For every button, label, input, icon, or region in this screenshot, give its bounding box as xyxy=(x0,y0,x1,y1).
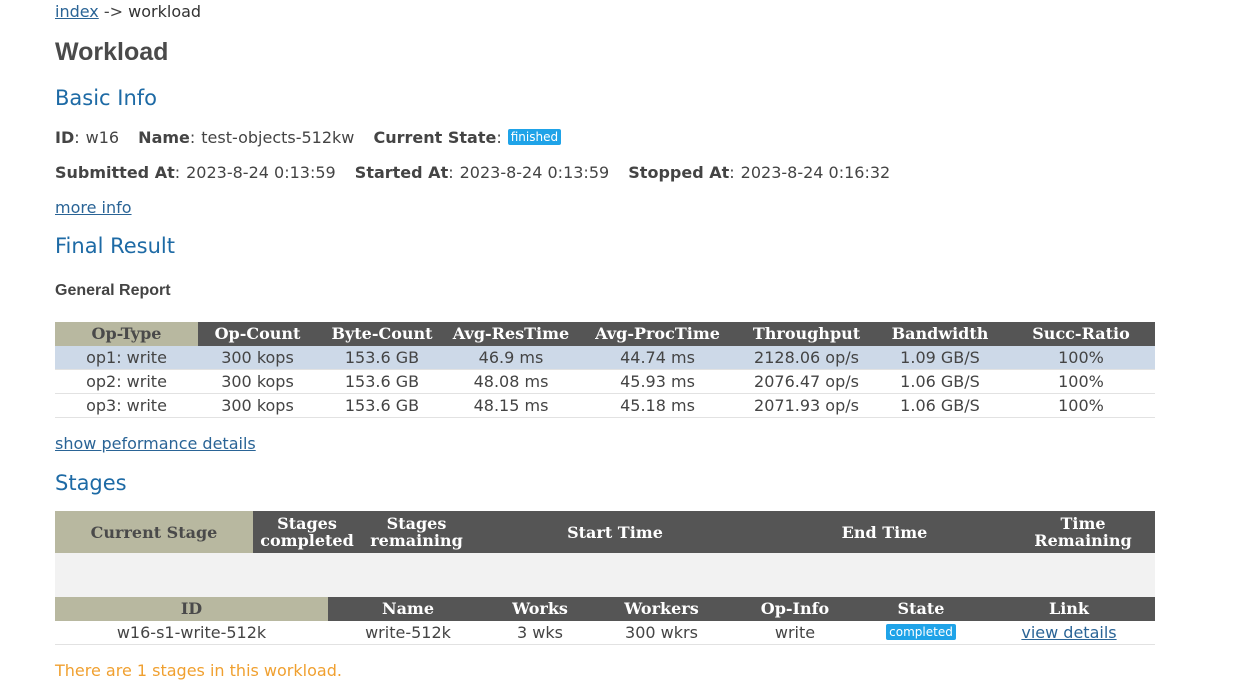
workload-page: index -> workload Workload Basic Info ID… xyxy=(0,0,1259,682)
cell-avg-restime: 48.08 ms xyxy=(447,369,575,394)
col-end-time[interactable]: End Time xyxy=(758,511,1011,553)
col-id[interactable]: ID xyxy=(55,597,328,621)
cell-byte-count: 153.6 GB xyxy=(317,369,447,394)
col-stages-remaining[interactable]: Stages remaining xyxy=(361,511,472,553)
name-label: Name xyxy=(138,128,190,147)
breadcrumb-index-link[interactable]: index xyxy=(55,2,99,21)
stages-summary-empty-row xyxy=(55,553,1155,597)
more-info-link[interactable]: more info xyxy=(55,198,132,218)
col-avg-restime[interactable]: Avg-ResTime xyxy=(447,322,575,346)
basic-info-line-2: Submitted At: 2023-8-24 0:13:59 Started A… xyxy=(55,163,891,182)
col-time-remaining[interactable]: Time Remaining xyxy=(1011,511,1155,553)
submitted-label: Submitted At xyxy=(55,163,175,182)
cell-state: completed xyxy=(859,621,983,645)
stage-list-header-row: ID Name Works Workers Op-Info State Link xyxy=(55,597,1155,621)
cell-op-count: 300 kops xyxy=(198,346,317,370)
stage-list-table: ID Name Works Workers Op-Info State Link… xyxy=(55,597,1155,645)
final-result-table: Op-Type Op-Count Byte-Count Avg-ResTime … xyxy=(55,322,1155,418)
state-label: Current State xyxy=(373,128,497,147)
cell-op-type: op3: write xyxy=(55,393,198,418)
col-stages-completed-line2: completed xyxy=(260,531,354,550)
col-byte-count[interactable]: Byte-Count xyxy=(317,322,447,346)
id-value: w16 xyxy=(85,128,120,147)
empty-cell xyxy=(55,553,1155,597)
started-label: Started At xyxy=(354,163,449,182)
col-op-count[interactable]: Op-Count xyxy=(198,322,317,346)
cell-workers: 300 wkrs xyxy=(592,621,731,645)
col-op-type[interactable]: Op-Type xyxy=(55,322,198,346)
cell-avg-restime: 48.15 ms xyxy=(447,393,575,418)
name-value: test-objects-512kw xyxy=(201,128,355,147)
col-start-time[interactable]: Start Time xyxy=(472,511,758,553)
stages-summary-header-row: Current Stage Stages completed Stages re… xyxy=(55,511,1155,553)
basic-info-heading: Basic Info xyxy=(55,86,158,110)
breadcrumb: index -> workload xyxy=(55,2,201,22)
table-row: op1: write 300 kops 153.6 GB 46.9 ms 44.… xyxy=(55,346,1155,370)
submitted-value: 2023-8-24 0:13:59 xyxy=(186,163,336,182)
cell-bandwidth: 1.09 GB/S xyxy=(873,346,1007,370)
cell-op-type: op2: write xyxy=(55,369,198,394)
cell-stage-id: w16-s1-write-512k xyxy=(55,621,328,645)
cell-byte-count: 153.6 GB xyxy=(317,393,447,418)
view-details-link[interactable]: view details xyxy=(1021,623,1116,642)
table-row: op2: write 300 kops 153.6 GB 48.08 ms 45… xyxy=(55,369,1155,394)
stopped-label: Stopped At xyxy=(628,163,730,182)
state-badge: finished xyxy=(507,129,562,145)
page-title: Workload xyxy=(55,38,169,66)
col-workers[interactable]: Workers xyxy=(592,597,731,621)
col-stages-completed[interactable]: Stages completed xyxy=(253,511,361,553)
cell-succ-ratio: 100% xyxy=(1007,346,1155,370)
cell-op-info: write xyxy=(731,621,859,645)
cell-avg-proctime: 44.74 ms xyxy=(575,346,740,370)
col-stages-remaining-line2: remaining xyxy=(370,531,463,550)
cell-avg-restime: 46.9 ms xyxy=(447,346,575,370)
general-report-title: General Report xyxy=(55,282,171,299)
cell-succ-ratio: 100% xyxy=(1007,369,1155,394)
col-name[interactable]: Name xyxy=(328,597,488,621)
final-result-heading: Final Result xyxy=(55,234,175,258)
col-op-info[interactable]: Op-Info xyxy=(731,597,859,621)
cell-throughput: 2071.93 op/s xyxy=(740,393,873,418)
cell-byte-count: 153.6 GB xyxy=(317,346,447,370)
col-link[interactable]: Link xyxy=(983,597,1155,621)
cell-succ-ratio: 100% xyxy=(1007,393,1155,418)
col-throughput[interactable]: Throughput xyxy=(740,322,873,346)
breadcrumb-separator: -> xyxy=(103,2,124,21)
cell-bandwidth: 1.06 GB/S xyxy=(873,369,1007,394)
cell-op-type: op1: write xyxy=(55,346,198,370)
table-row: op3: write 300 kops 153.6 GB 48.15 ms 45… xyxy=(55,393,1155,418)
col-current-stage[interactable]: Current Stage xyxy=(55,511,253,553)
col-avg-proctime[interactable]: Avg-ProcTime xyxy=(575,322,740,346)
stopped-value: 2023-8-24 0:16:32 xyxy=(740,163,891,182)
stages-summary-table: Current Stage Stages completed Stages re… xyxy=(55,511,1155,597)
cell-avg-proctime: 45.18 ms xyxy=(575,393,740,418)
col-succ-ratio[interactable]: Succ-Ratio xyxy=(1007,322,1155,346)
cell-link: view details xyxy=(983,621,1155,645)
stages-count-note: There are 1 stages in this workload. xyxy=(55,661,342,680)
cell-bandwidth: 1.06 GB/S xyxy=(873,393,1007,418)
result-header-row: Op-Type Op-Count Byte-Count Avg-ResTime … xyxy=(55,322,1155,346)
stage-state-badge: completed xyxy=(886,624,956,640)
id-label: ID xyxy=(55,128,75,147)
started-value: 2023-8-24 0:13:59 xyxy=(459,163,610,182)
cell-op-count: 300 kops xyxy=(198,393,317,418)
col-time-remaining-line2: Remaining xyxy=(1034,531,1132,550)
cell-stage-name: write-512k xyxy=(328,621,488,645)
stages-heading: Stages xyxy=(55,471,127,495)
cell-throughput: 2128.06 op/s xyxy=(740,346,873,370)
cell-avg-proctime: 45.93 ms xyxy=(575,369,740,394)
basic-info-line-1: ID: w16 Name: test-objects-512kw Current S… xyxy=(55,128,575,148)
breadcrumb-current: workload xyxy=(128,2,202,21)
cell-op-count: 300 kops xyxy=(198,369,317,394)
col-bandwidth[interactable]: Bandwidth xyxy=(873,322,1007,346)
cell-works: 3 wks xyxy=(488,621,592,645)
col-state[interactable]: State xyxy=(859,597,983,621)
cell-throughput: 2076.47 op/s xyxy=(740,369,873,394)
table-row: w16-s1-write-512k write-512k 3 wks 300 w… xyxy=(55,621,1155,645)
col-works[interactable]: Works xyxy=(488,597,592,621)
show-performance-details-link[interactable]: show peformance details xyxy=(55,434,256,454)
